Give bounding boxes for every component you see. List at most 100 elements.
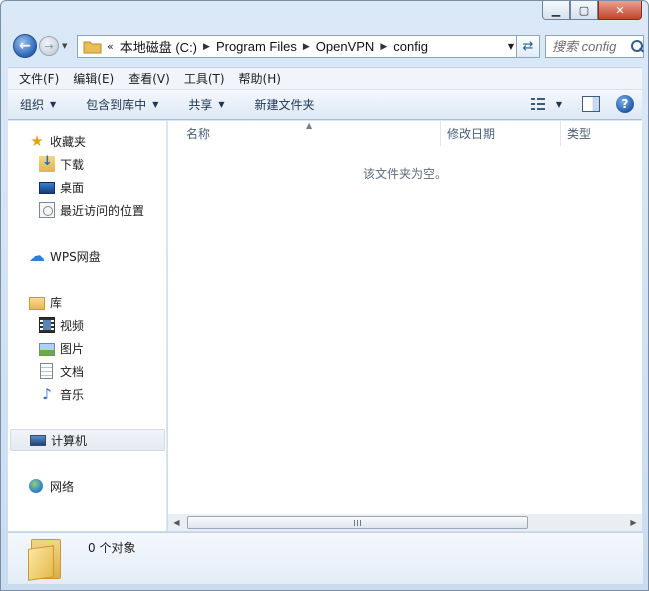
nav-libraries-label: 库 bbox=[50, 295, 63, 310]
scroll-track[interactable] bbox=[185, 515, 625, 530]
preview-pane-icon[interactable] bbox=[582, 96, 600, 112]
column-header-type[interactable]: 类型 bbox=[561, 121, 642, 146]
video-icon bbox=[39, 317, 55, 333]
nav-documents[interactable]: 文档 bbox=[8, 360, 165, 382]
navigation-row: ← → ▼ « 本地磁盘 (C:) ▶ Program Files ▶ Open… bbox=[9, 31, 644, 61]
forward-arrow-icon: → bbox=[44, 39, 54, 53]
menu-help[interactable]: 帮助(H) bbox=[232, 70, 288, 87]
chevron-down-icon: ▼ bbox=[152, 100, 159, 109]
chevron-right-icon[interactable]: ▶ bbox=[303, 41, 310, 52]
address-bar[interactable]: « 本地磁盘 (C:) ▶ Program Files ▶ OpenVPN ▶ … bbox=[77, 35, 519, 58]
nav-computer-label: 计算机 bbox=[51, 433, 88, 448]
network-icon bbox=[29, 479, 43, 493]
menu-tools[interactable]: 工具(T) bbox=[177, 70, 232, 87]
recent-places-icon bbox=[39, 202, 55, 218]
refresh-button[interactable]: ⇄ bbox=[516, 35, 540, 58]
column-headers: ▲ 名称 修改日期 类型 bbox=[168, 121, 642, 146]
new-folder-button[interactable]: 新建文件夹 bbox=[235, 96, 325, 113]
navigation-pane: ★ 收藏夹 下载 桌面 最近访问的位置 ☁ WPS网盘 库 视频 bbox=[8, 121, 167, 531]
address-overflow-chevrons[interactable]: « bbox=[107, 40, 114, 53]
computer-icon bbox=[30, 435, 46, 446]
back-arrow-icon: ← bbox=[19, 38, 31, 54]
nav-favorites[interactable]: ★ 收藏夹 bbox=[8, 130, 165, 152]
explorer-window: ▁ ▢ ✕ ← → ▼ « 本地磁盘 (C:) ▶ Program Files … bbox=[0, 0, 649, 591]
column-date-label: 修改日期 bbox=[447, 127, 496, 141]
nav-recent-places[interactable]: 最近访问的位置 bbox=[8, 199, 165, 221]
nav-music[interactable]: ♪ 音乐 bbox=[8, 383, 165, 405]
chevron-right-icon[interactable]: ▶ bbox=[203, 41, 210, 52]
nav-videos-label: 视频 bbox=[60, 318, 85, 333]
search-icon[interactable] bbox=[630, 39, 643, 54]
nav-wps-label: WPS网盘 bbox=[50, 249, 101, 264]
pictures-icon bbox=[39, 342, 55, 356]
scroll-thumb[interactable] bbox=[187, 516, 528, 529]
column-header-date[interactable]: 修改日期 bbox=[441, 121, 561, 146]
folder-icon bbox=[83, 41, 102, 53]
new-folder-label: 新建文件夹 bbox=[254, 98, 315, 112]
search-input[interactable] bbox=[552, 39, 630, 54]
desktop-icon bbox=[39, 182, 55, 194]
nav-downloads[interactable]: 下载 bbox=[8, 153, 165, 175]
share-button[interactable]: 共享 ▼ bbox=[168, 96, 234, 113]
column-name-label: 名称 bbox=[186, 127, 211, 141]
views-dropdown[interactable]: ▼ bbox=[556, 100, 562, 109]
nav-wps-cloud[interactable]: ☁ WPS网盘 bbox=[8, 245, 165, 267]
chevron-right-icon[interactable]: ▶ bbox=[380, 41, 387, 52]
cloud-icon: ☁ bbox=[29, 246, 45, 265]
share-label: 共享 bbox=[188, 98, 213, 112]
nav-recent-label: 最近访问的位置 bbox=[60, 203, 145, 218]
scroll-left-button[interactable]: ◀ bbox=[168, 514, 185, 531]
downloads-folder-icon bbox=[39, 154, 55, 172]
back-button[interactable]: ← bbox=[13, 34, 37, 58]
breadcrumb-config[interactable]: config bbox=[393, 39, 428, 54]
horizontal-scrollbar[interactable]: ◀ ▶ bbox=[168, 514, 642, 531]
nav-pictures-label: 图片 bbox=[60, 341, 85, 356]
sort-ascending-icon: ▲ bbox=[306, 121, 313, 130]
breadcrumb-program-files[interactable]: Program Files bbox=[216, 39, 297, 54]
search-box[interactable] bbox=[545, 35, 644, 58]
menu-edit[interactable]: 编辑(E) bbox=[66, 70, 121, 87]
forward-button[interactable]: → bbox=[39, 36, 59, 56]
minimize-button[interactable]: ▁ bbox=[542, 1, 570, 20]
nav-libraries[interactable]: 库 bbox=[8, 291, 165, 313]
nav-favorites-label: 收藏夹 bbox=[50, 134, 87, 149]
file-list[interactable]: ▲ 名称 修改日期 类型 该文件夹为空。 ◀ ▶ bbox=[168, 121, 642, 531]
command-bar-right: ▼ ? bbox=[526, 94, 634, 114]
nav-music-label: 音乐 bbox=[60, 387, 85, 402]
nav-network[interactable]: 网络 bbox=[8, 475, 165, 497]
views-icon[interactable] bbox=[526, 94, 550, 114]
help-icon[interactable]: ? bbox=[616, 95, 634, 113]
maximize-button[interactable]: ▢ bbox=[570, 1, 598, 20]
nav-desktop[interactable]: 桌面 bbox=[8, 176, 165, 198]
menu-file[interactable]: 文件(F) bbox=[12, 70, 66, 87]
nav-pictures[interactable]: 图片 bbox=[8, 337, 165, 359]
libraries-icon bbox=[29, 296, 45, 310]
grip-icon bbox=[353, 519, 362, 526]
command-bar: 组织 ▼ 包含到库中 ▼ 共享 ▼ 新建文件夹 ▼ ? bbox=[8, 89, 642, 120]
menu-view[interactable]: 查看(V) bbox=[121, 70, 177, 87]
nav-videos[interactable]: 视频 bbox=[8, 314, 165, 336]
nav-downloads-label: 下载 bbox=[60, 157, 85, 172]
nav-computer[interactable]: 计算机 bbox=[10, 429, 165, 451]
nav-desktop-label: 桌面 bbox=[60, 180, 85, 195]
recent-pages-dropdown[interactable]: ▼ bbox=[62, 42, 70, 50]
caption-buttons: ▁ ▢ ✕ bbox=[542, 1, 642, 21]
breadcrumb: 本地磁盘 (C:) ▶ Program Files ▶ OpenVPN ▶ co… bbox=[120, 37, 428, 56]
close-button[interactable]: ✕ bbox=[598, 1, 642, 20]
music-icon: ♪ bbox=[42, 385, 52, 403]
chevron-down-icon: ▼ bbox=[50, 100, 57, 109]
column-header-name[interactable]: ▲ 名称 bbox=[168, 121, 441, 146]
details-pane: 0 个对象 bbox=[8, 532, 643, 584]
breadcrumb-drive[interactable]: 本地磁盘 (C:) bbox=[120, 37, 197, 56]
chevron-down-icon: ▼ bbox=[218, 100, 225, 109]
include-in-library-button[interactable]: 包含到库中 ▼ bbox=[66, 96, 168, 113]
folder-icon bbox=[28, 539, 64, 581]
breadcrumb-openvpn[interactable]: OpenVPN bbox=[316, 39, 375, 54]
menu-bar: 文件(F) 编辑(E) 查看(V) 工具(T) 帮助(H) bbox=[8, 67, 642, 89]
nav-documents-label: 文档 bbox=[60, 364, 85, 379]
star-icon: ★ bbox=[30, 132, 44, 150]
address-history-dropdown[interactable]: ▼ bbox=[508, 42, 514, 51]
organize-label: 组织 bbox=[20, 98, 45, 112]
scroll-right-button[interactable]: ▶ bbox=[625, 514, 642, 531]
organize-button[interactable]: 组织 ▼ bbox=[8, 96, 66, 113]
